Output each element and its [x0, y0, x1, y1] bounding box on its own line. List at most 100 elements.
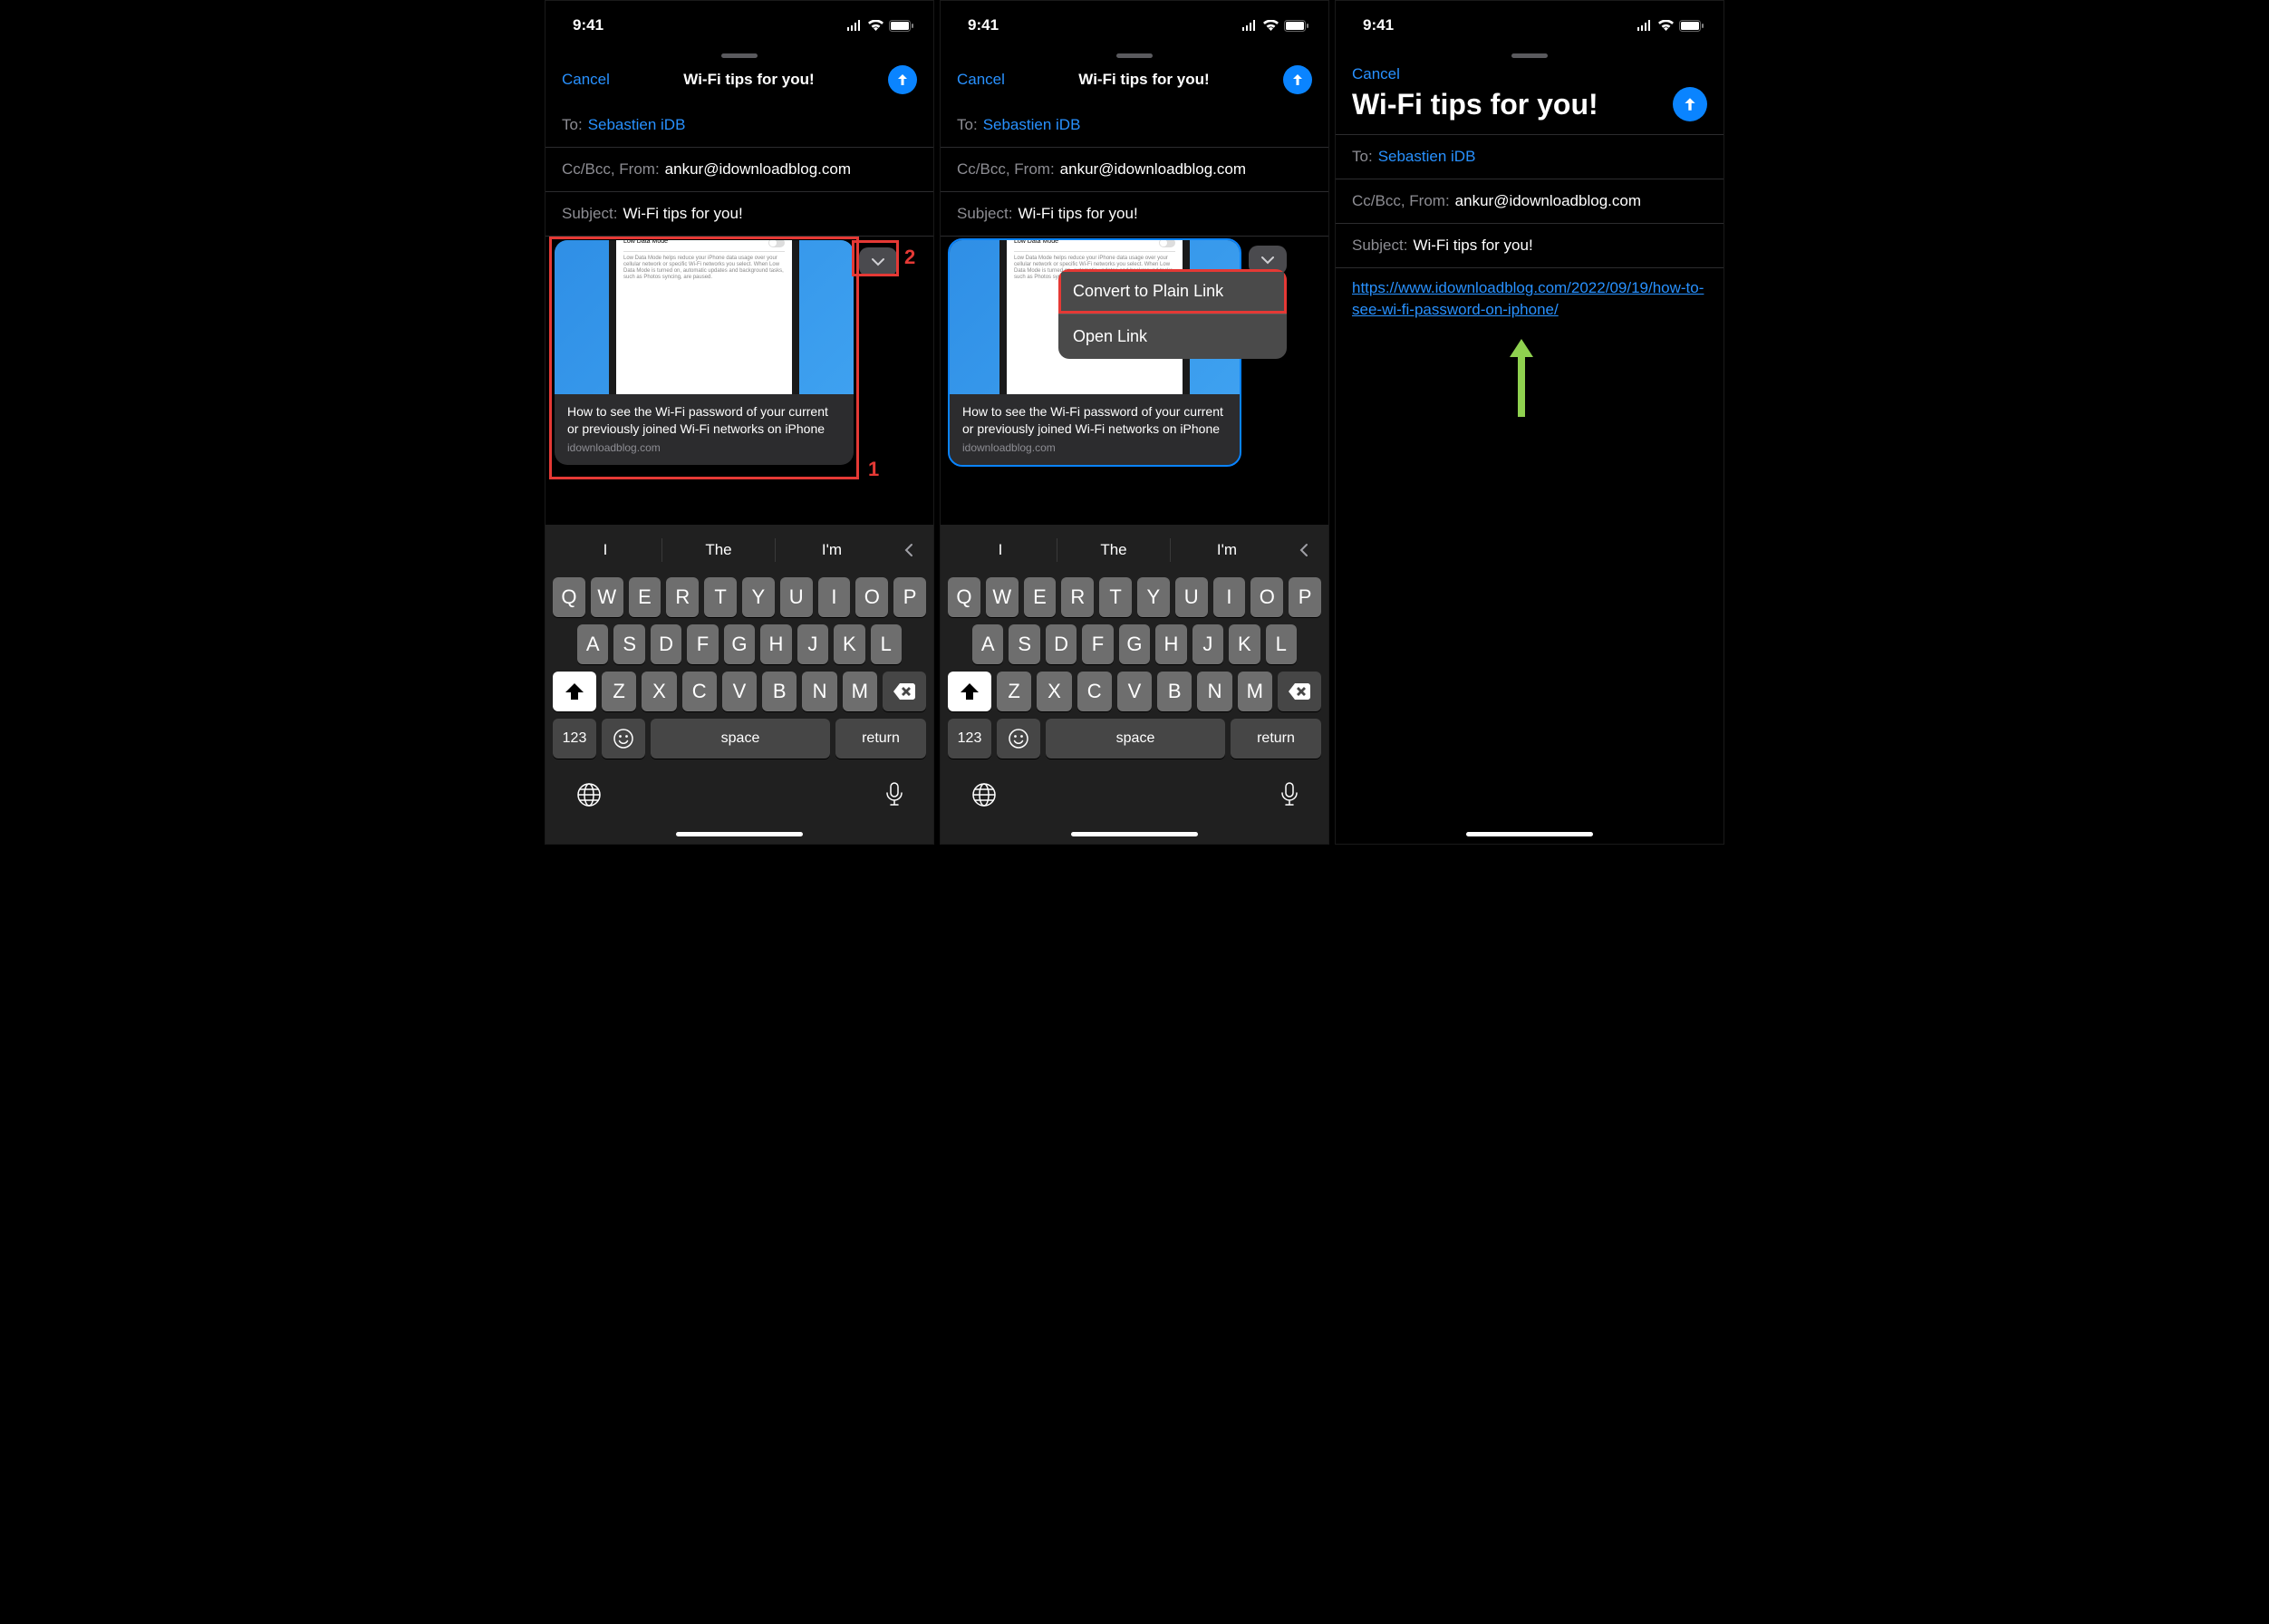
key-b[interactable]: B: [1157, 672, 1192, 711]
key-z[interactable]: Z: [602, 672, 636, 711]
rich-link-card[interactable]: ‹ Wi-FiiDownloadBlog Wi-Fi Forget This N…: [555, 240, 854, 465]
suggestion-backspace[interactable]: [888, 542, 930, 558]
cancel-button[interactable]: Cancel: [1352, 65, 1400, 82]
key-n[interactable]: N: [802, 672, 836, 711]
suggestion-1[interactable]: I: [549, 541, 661, 559]
key-f[interactable]: F: [687, 624, 718, 664]
globe-button[interactable]: [971, 782, 997, 812]
key-l[interactable]: L: [871, 624, 902, 664]
key-backspace[interactable]: [883, 672, 926, 711]
key-t[interactable]: T: [704, 577, 737, 617]
key-emoji[interactable]: [997, 719, 1040, 759]
to-field[interactable]: To: Sebastien iDB: [941, 103, 1328, 148]
ccbcc-field[interactable]: Cc/Bcc, From: ankur@idownloadblog.com: [941, 148, 1328, 192]
suggestion-backspace[interactable]: [1283, 542, 1325, 558]
key-k[interactable]: K: [1229, 624, 1260, 664]
key-123[interactable]: 123: [553, 719, 596, 759]
sheet-grabber[interactable]: [721, 53, 758, 58]
key-i[interactable]: I: [1213, 577, 1246, 617]
key-return[interactable]: return: [1231, 719, 1321, 759]
globe-button[interactable]: [576, 782, 602, 812]
key-o[interactable]: O: [1250, 577, 1283, 617]
to-value[interactable]: Sebastien iDB: [1378, 148, 1476, 166]
key-u[interactable]: U: [1175, 577, 1208, 617]
key-r[interactable]: R: [1061, 577, 1094, 617]
key-z[interactable]: Z: [997, 672, 1031, 711]
key-j[interactable]: J: [797, 624, 828, 664]
cancel-button[interactable]: Cancel: [957, 71, 1005, 89]
key-s[interactable]: S: [613, 624, 644, 664]
key-f[interactable]: F: [1082, 624, 1113, 664]
dictation-button[interactable]: [886, 782, 903, 812]
subject-field[interactable]: Subject: Wi-Fi tips for you!: [546, 192, 933, 237]
key-k[interactable]: K: [834, 624, 864, 664]
key-x[interactable]: X: [642, 672, 676, 711]
key-p[interactable]: P: [893, 577, 926, 617]
sheet-grabber[interactable]: [1116, 53, 1153, 58]
key-c[interactable]: C: [682, 672, 717, 711]
compose-body[interactable]: ‹ Wi-FiiDownloadBlog Wi-Fi Forget This N…: [546, 237, 933, 525]
key-y[interactable]: Y: [1137, 577, 1170, 617]
key-l[interactable]: L: [1266, 624, 1297, 664]
key-n[interactable]: N: [1197, 672, 1231, 711]
key-space[interactable]: space: [1046, 719, 1225, 759]
key-h[interactable]: H: [1155, 624, 1186, 664]
home-indicator[interactable]: [1466, 832, 1593, 836]
key-return[interactable]: return: [835, 719, 926, 759]
send-button[interactable]: [1283, 65, 1312, 94]
key-e[interactable]: E: [1024, 577, 1057, 617]
dictation-button[interactable]: [1281, 782, 1298, 812]
key-r[interactable]: R: [666, 577, 699, 617]
compose-body[interactable]: https://www.idownloadblog.com/2022/09/19…: [1336, 268, 1723, 330]
key-y[interactable]: Y: [742, 577, 775, 617]
menu-convert-plain-link[interactable]: Convert to Plain Link: [1058, 269, 1287, 314]
key-123[interactable]: 123: [948, 719, 991, 759]
key-w[interactable]: W: [986, 577, 1019, 617]
to-value[interactable]: Sebastien iDB: [588, 116, 686, 134]
sheet-grabber[interactable]: [1511, 53, 1548, 58]
key-v[interactable]: V: [722, 672, 757, 711]
key-t[interactable]: T: [1099, 577, 1132, 617]
key-s[interactable]: S: [1009, 624, 1039, 664]
suggestion-3[interactable]: I'm: [776, 541, 888, 559]
ccbcc-field[interactable]: Cc/Bcc, From: ankur@idownloadblog.com: [1336, 179, 1723, 224]
key-g[interactable]: G: [1119, 624, 1150, 664]
ccbcc-field[interactable]: Cc/Bcc, From: ankur@idownloadblog.com: [546, 148, 933, 192]
compose-body[interactable]: ‹ Wi-FiiDownloadBlog Wi-Fi Forget This N…: [941, 237, 1328, 525]
key-emoji[interactable]: [602, 719, 645, 759]
key-c[interactable]: C: [1077, 672, 1112, 711]
key-backspace[interactable]: [1278, 672, 1321, 711]
send-button[interactable]: [888, 65, 917, 94]
suggestion-2[interactable]: The: [1057, 541, 1170, 559]
key-h[interactable]: H: [760, 624, 791, 664]
key-p[interactable]: P: [1289, 577, 1321, 617]
key-e[interactable]: E: [629, 577, 661, 617]
key-d[interactable]: D: [1046, 624, 1077, 664]
key-j[interactable]: J: [1192, 624, 1223, 664]
subject-field[interactable]: Subject: Wi-Fi tips for you!: [1336, 224, 1723, 268]
plain-link-url[interactable]: https://www.idownloadblog.com/2022/09/19…: [1352, 279, 1704, 318]
key-q[interactable]: Q: [948, 577, 980, 617]
key-g[interactable]: G: [724, 624, 755, 664]
send-button[interactable]: [1673, 87, 1707, 121]
key-i[interactable]: I: [818, 577, 851, 617]
key-b[interactable]: B: [762, 672, 797, 711]
key-space[interactable]: space: [651, 719, 830, 759]
home-indicator[interactable]: [1071, 832, 1198, 836]
cancel-button[interactable]: Cancel: [562, 71, 610, 89]
keyboard[interactable]: I The I'm Q W E R T Y U I O P: [546, 525, 933, 844]
key-u[interactable]: U: [780, 577, 813, 617]
suggestion-3[interactable]: I'm: [1171, 541, 1283, 559]
key-w[interactable]: W: [591, 577, 623, 617]
key-o[interactable]: O: [855, 577, 888, 617]
to-field[interactable]: To: Sebastien iDB: [546, 103, 933, 148]
key-a[interactable]: A: [577, 624, 608, 664]
key-x[interactable]: X: [1037, 672, 1071, 711]
suggestion-2[interactable]: The: [662, 541, 775, 559]
key-shift[interactable]: [553, 672, 596, 711]
to-field[interactable]: To: Sebastien iDB: [1336, 134, 1723, 179]
key-q[interactable]: Q: [553, 577, 585, 617]
key-shift[interactable]: [948, 672, 991, 711]
key-m[interactable]: M: [1238, 672, 1272, 711]
key-v[interactable]: V: [1117, 672, 1152, 711]
